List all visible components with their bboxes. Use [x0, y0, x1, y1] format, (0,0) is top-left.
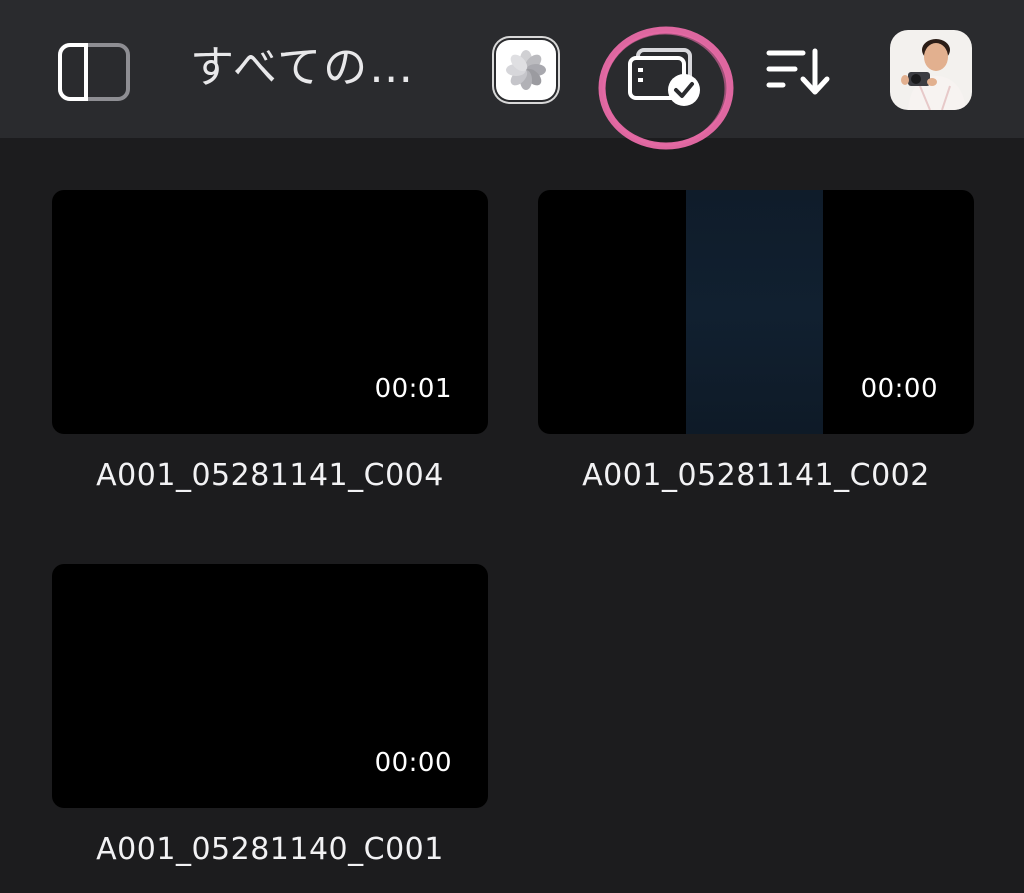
- select-clips-icon: [598, 26, 734, 150]
- clip-duration: 00:00: [860, 374, 938, 404]
- clip-thumbnail[interactable]: 00:00: [52, 564, 488, 808]
- sort-button[interactable]: [762, 44, 834, 100]
- sort-descending-icon: [766, 48, 830, 95]
- photos-app-icon: [496, 40, 556, 100]
- clip-duration: 00:01: [374, 374, 452, 404]
- clip-duration: 00:00: [374, 748, 452, 778]
- thumbnail-frame: [686, 190, 823, 434]
- clip-name: A001_05281140_C001: [96, 832, 444, 867]
- clip-thumbnail[interactable]: 00:01: [52, 190, 488, 434]
- top-toolbar: すべての…: [0, 0, 1024, 150]
- clip-name: A001_05281141_C002: [582, 458, 930, 493]
- photos-library-button[interactable]: [492, 36, 560, 104]
- sidebar-toggle-button[interactable]: [52, 36, 136, 108]
- select-clips-button[interactable]: [596, 26, 736, 154]
- page-title[interactable]: すべての…: [190, 38, 450, 98]
- clip-card[interactable]: 00:01 A001_05281141_C004: [52, 190, 488, 493]
- clip-card[interactable]: 00:00 A001_05281141_C002: [538, 190, 974, 493]
- user-avatar[interactable]: [890, 30, 972, 110]
- clip-name: A001_05281141_C004: [96, 458, 444, 493]
- sidebar-toggle-icon: [58, 43, 130, 101]
- clip-card[interactable]: 00:00 A001_05281140_C001: [52, 564, 488, 867]
- clip-thumbnail[interactable]: 00:00: [538, 190, 974, 434]
